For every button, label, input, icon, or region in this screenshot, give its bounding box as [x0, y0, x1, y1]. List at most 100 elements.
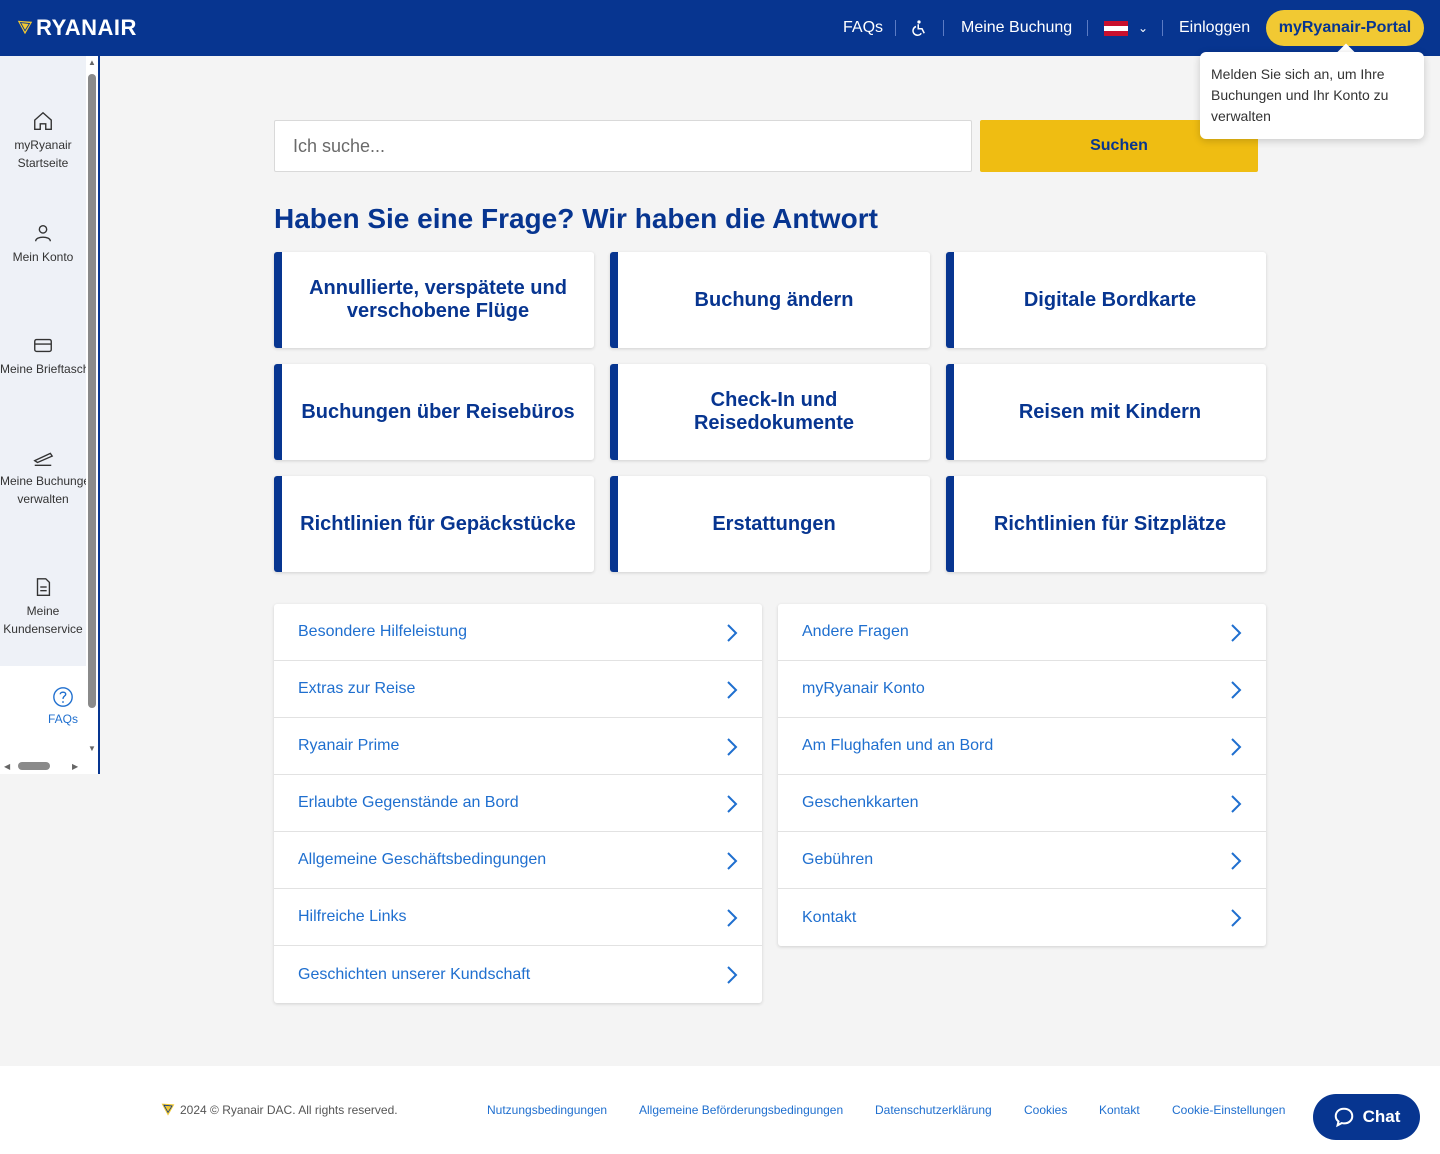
- footer-link-privacy[interactable]: Datenschutzerklärung: [875, 1103, 992, 1117]
- sidebar-item-bookings[interactable]: Meine Buchungen verwalten: [0, 446, 86, 508]
- scroll-right-arrow-icon[interactable]: ▶: [72, 762, 78, 771]
- ryanair-logo[interactable]: RYANAIR: [16, 15, 137, 41]
- list-item-label: Extras zur Reise: [298, 680, 416, 697]
- user-icon: [34, 224, 52, 242]
- document-icon: [36, 578, 51, 596]
- wallet-icon: [34, 338, 52, 353]
- list-item-label: Andere Fragen: [802, 623, 909, 640]
- harp-logo-icon: [161, 1103, 175, 1116]
- chevron-right-icon: [1231, 852, 1242, 870]
- sidebar-nav: myRyanair Startseite Mein Konto Meine Br…: [0, 56, 86, 666]
- plane-departure-icon: [33, 452, 54, 466]
- faq-list-right: Andere Fragen myRyanair Konto Am Flughafen…: [778, 604, 1266, 946]
- faq-list-left: Besondere Hilfeleistung Extras zur Reise R…: [274, 604, 762, 1003]
- footer-link-cookie-settings[interactable]: Cookie-Einstellungen: [1172, 1103, 1285, 1117]
- topic-card[interactable]: Digitale Bordkarte: [946, 252, 1266, 348]
- sidebar-item-home[interactable]: myRyanair Startseite: [0, 110, 86, 172]
- list-item-label: Erlaubte Gegenstände an Bord: [298, 794, 519, 811]
- list-item-label: Geschichten unserer Kundschaft: [298, 965, 531, 983]
- question-circle-icon: [53, 687, 73, 707]
- topic-card[interactable]: Buchungen über Reisebüros: [274, 364, 594, 460]
- list-item[interactable]: Am Flughafen und an Bord: [778, 718, 1266, 775]
- list-item[interactable]: Hilfreiche Links: [274, 889, 762, 946]
- accessibility-icon[interactable]: [910, 0, 928, 56]
- list-item[interactable]: myRyanair Konto: [778, 661, 1266, 718]
- list-item[interactable]: Andere Fragen: [778, 604, 1266, 661]
- sidebar-item-customer-service[interactable]: Meine Kundenservice: [0, 576, 86, 638]
- footer-link-carriage[interactable]: Allgemeine Beförderungsbedingungen: [639, 1103, 843, 1117]
- chevron-down-icon[interactable]: ⌄: [1138, 21, 1148, 35]
- copyright: 2024 © Ryanair DAC. All rights reserved.: [160, 1102, 398, 1118]
- topic-card[interactable]: Annullierte, verspätete und verschobene …: [274, 252, 594, 348]
- home-icon: [34, 111, 52, 130]
- my-booking-link[interactable]: Meine Buchung: [961, 0, 1072, 56]
- header-divider: [943, 20, 944, 36]
- footer-link-contact[interactable]: Kontakt: [1099, 1103, 1140, 1117]
- scroll-left-arrow-icon[interactable]: ◀: [4, 762, 10, 771]
- scrollbar-thumb[interactable]: [88, 74, 96, 708]
- sidebar-item-faqs[interactable]: FAQs: [0, 686, 126, 726]
- chevron-right-icon: [727, 966, 738, 984]
- header-divider: [1087, 20, 1088, 36]
- brand-name: RYANAIR: [36, 15, 137, 40]
- list-item-label: myRyanair Konto: [802, 680, 925, 697]
- footer-link-cookies[interactable]: Cookies: [1024, 1103, 1067, 1117]
- site-header: RYANAIR FAQs Meine Buchung ⌄ Einloggen m…: [0, 0, 1440, 56]
- list-item[interactable]: Kontakt: [778, 889, 1266, 946]
- list-item[interactable]: Extras zur Reise: [274, 661, 762, 718]
- topic-card[interactable]: Reisen mit Kindern: [946, 364, 1266, 460]
- list-item-label: Geschenkkarten: [802, 794, 919, 811]
- topic-card[interactable]: Richtlinien für Gepäckstücke: [274, 476, 594, 572]
- topic-card[interactable]: Buchung ändern: [610, 252, 930, 348]
- chevron-right-icon: [727, 852, 738, 870]
- footer-link-terms[interactable]: Nutzungsbedingungen: [487, 1103, 607, 1117]
- page-title: Haben Sie eine Frage? Wir haben die Antw…: [274, 203, 878, 234]
- list-item[interactable]: Besondere Hilfeleistung: [274, 604, 762, 661]
- chevron-right-icon: [727, 795, 738, 813]
- topic-card[interactable]: Check-In und Reisedokumente: [610, 364, 930, 460]
- vertical-scrollbar[interactable]: ▲ ▼: [86, 56, 98, 756]
- chevron-right-icon: [1231, 624, 1242, 642]
- chevron-right-icon: [1231, 681, 1242, 699]
- faqs-link[interactable]: FAQs: [843, 0, 883, 56]
- scroll-up-arrow-icon[interactable]: ▲: [88, 58, 96, 67]
- login-link[interactable]: Einloggen: [1179, 0, 1250, 56]
- chevron-right-icon: [1231, 738, 1242, 756]
- list-item-label: Kontakt: [802, 908, 857, 926]
- sidebar-item-wallet[interactable]: Meine Brieftasche: [0, 334, 86, 378]
- header-divider: [1162, 20, 1163, 36]
- list-item-label: Allgemeine Geschäftsbedingungen: [298, 851, 547, 868]
- list-item[interactable]: Geschenkkarten: [778, 775, 1266, 832]
- chevron-right-icon: [727, 738, 738, 756]
- login-tooltip: Melden Sie sich an, um Ihre Buchungen un…: [1200, 52, 1424, 139]
- list-item-label: Am Flughafen und an Bord: [802, 737, 994, 754]
- list-item-label: Hilfreiche Links: [298, 908, 407, 925]
- site-footer: 2024 © Ryanair DAC. All rights reserved.…: [0, 1066, 1440, 1154]
- chat-bubble-icon: [1334, 1107, 1353, 1128]
- list-item[interactable]: Geschichten unserer Kundschaft: [274, 946, 762, 1003]
- myryanair-portal-button[interactable]: myRyanair-Portal: [1266, 10, 1424, 46]
- list-item[interactable]: Erlaubte Gegenstände an Bord: [274, 775, 762, 832]
- list-item-label: Besondere Hilfeleistung: [298, 623, 467, 640]
- horizontal-scrollbar-thumb[interactable]: [18, 762, 50, 770]
- list-item[interactable]: Gebühren: [778, 832, 1266, 889]
- scroll-down-arrow-icon[interactable]: ▼: [88, 744, 96, 753]
- sidebar-item-account[interactable]: Mein Konto: [0, 222, 86, 266]
- chevron-right-icon: [1231, 795, 1242, 813]
- list-item[interactable]: Allgemeine Geschäftsbedingungen: [274, 832, 762, 889]
- topic-card[interactable]: Richtlinien für Sitzplätze: [946, 476, 1266, 572]
- list-item-label: Ryanair Prime: [298, 737, 400, 754]
- list-item[interactable]: Ryanair Prime: [274, 718, 762, 775]
- list-item-label: Gebühren: [802, 851, 874, 868]
- chat-button[interactable]: Chat: [1313, 1094, 1420, 1140]
- chevron-right-icon: [727, 681, 738, 699]
- header-divider: [895, 20, 896, 36]
- harp-logo-icon: [17, 20, 33, 35]
- sidebar: myRyanair Startseite Mein Konto Meine Br…: [0, 56, 100, 774]
- search-input[interactable]: Ich suche...: [274, 120, 972, 172]
- chevron-right-icon: [727, 909, 738, 927]
- chevron-right-icon: [727, 624, 738, 642]
- topic-card[interactable]: Erstattungen: [610, 476, 930, 572]
- austria-flag-icon[interactable]: [1104, 21, 1128, 36]
- chevron-right-icon: [1231, 909, 1242, 927]
